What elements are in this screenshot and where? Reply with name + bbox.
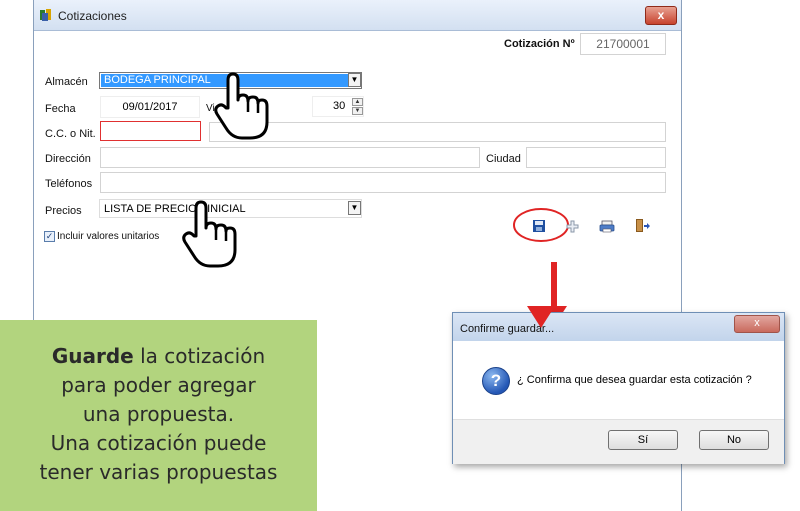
telefonos-input[interactable] bbox=[100, 172, 666, 193]
ciudad-label: Ciudad bbox=[486, 153, 521, 165]
ciudad-input[interactable] bbox=[526, 147, 666, 168]
window-title: Cotizaciones bbox=[58, 9, 127, 23]
red-arrow-head bbox=[527, 306, 555, 328]
dialog-message: ¿ Confirma que desea guardar esta cotiza… bbox=[517, 374, 752, 386]
almacen-label: Almacén bbox=[45, 76, 88, 88]
dialog-close-button[interactable]: x bbox=[734, 315, 780, 333]
direccion-label: Dirección bbox=[45, 153, 91, 165]
chevron-down-icon[interactable]: ▼ bbox=[348, 73, 361, 87]
quote-number-field: 21700001 bbox=[580, 33, 666, 55]
dialog-titlebar: Confirme guardar... x bbox=[453, 313, 784, 341]
client-name-input[interactable] bbox=[209, 122, 666, 142]
close-button[interactable]: x bbox=[645, 6, 677, 25]
note-line5: tener varias propuestas bbox=[39, 460, 278, 484]
note-line2: para poder agregar bbox=[61, 373, 256, 397]
no-button[interactable]: No bbox=[699, 430, 769, 450]
fecha-field[interactable]: 09/01/2017 bbox=[100, 96, 200, 118]
cc-nit-input[interactable] bbox=[100, 121, 201, 141]
cc-nit-label: C.C. o Nit. bbox=[45, 128, 96, 140]
vigencia-value: 30 bbox=[333, 100, 346, 112]
quote-number-label: Cotización Nº bbox=[504, 38, 575, 50]
telefonos-label: Teléfonos bbox=[45, 178, 93, 190]
vigencia-spinner[interactable]: 30 ▲ ▼ bbox=[312, 96, 364, 117]
print-icon[interactable] bbox=[599, 220, 615, 233]
note-line3: una propuesta. bbox=[82, 402, 235, 426]
hand-pointer-icon bbox=[214, 72, 269, 140]
note-bold: Guarde bbox=[51, 344, 134, 368]
add-icon[interactable] bbox=[566, 220, 579, 233]
spin-down-icon[interactable]: ▼ bbox=[352, 107, 363, 115]
spin-up-icon[interactable]: ▲ bbox=[352, 98, 363, 106]
chevron-down-icon[interactable]: ▼ bbox=[348, 201, 361, 215]
window-titlebar: Cotizaciones x bbox=[34, 0, 681, 31]
instruction-note: Guarde la cotización para poder agregar … bbox=[0, 320, 317, 511]
fecha-label: Fecha bbox=[45, 103, 76, 115]
hand-pointer-icon bbox=[182, 200, 237, 268]
save-icon[interactable] bbox=[532, 219, 546, 233]
precios-label: Precios bbox=[45, 205, 82, 217]
incluir-label: Incluir valores unitarios bbox=[57, 231, 160, 242]
note-line4: Una cotización puede bbox=[50, 431, 267, 455]
direccion-input[interactable] bbox=[100, 147, 480, 168]
note-line1: la cotización bbox=[133, 344, 266, 368]
exit-icon[interactable] bbox=[635, 218, 650, 233]
yes-button[interactable]: Sí bbox=[608, 430, 678, 450]
confirm-dialog: Confirme guardar... x ? ¿ Confirma que d… bbox=[452, 312, 785, 464]
incluir-checkbox[interactable]: ✓ bbox=[44, 231, 55, 242]
app-icon bbox=[40, 9, 51, 21]
question-icon: ? bbox=[482, 367, 510, 395]
